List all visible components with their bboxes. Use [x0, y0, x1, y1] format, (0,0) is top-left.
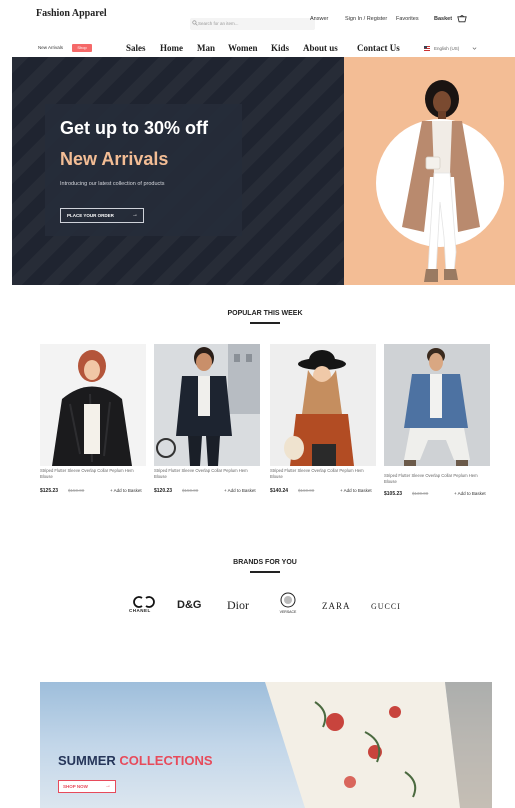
product-title[interactable]: Striped Flutter Sleeve Overlap Collar Pe…: [270, 468, 370, 480]
product-image[interactable]: [384, 344, 490, 466]
summer-title-word2: COLLECTIONS: [119, 753, 213, 768]
shop-now-button[interactable]: SHOP NOW →: [58, 780, 116, 793]
add-to-basket-button[interactable]: + Add to Basket: [110, 488, 142, 493]
brand-versace[interactable]: VERSACE: [277, 592, 299, 614]
add-to-basket-button[interactable]: + Add to Basket: [224, 488, 256, 493]
nav-item-home[interactable]: Home: [160, 43, 183, 53]
nav-item-sales[interactable]: Sales: [126, 43, 146, 53]
search-input[interactable]: Search for an item...: [190, 18, 315, 30]
hero-headline: Get up to 30% off: [60, 118, 208, 138]
hero-description: Introducing our latest collection of pro…: [60, 181, 165, 187]
site-logo[interactable]: Fashion Apparel: [36, 8, 107, 19]
product-image[interactable]: [270, 344, 376, 466]
versace-logo-icon: [280, 592, 296, 608]
new-arrivals-badge[interactable]: Shop: [72, 44, 92, 52]
top-link-favorites[interactable]: Favorites: [396, 16, 419, 22]
summer-title-word1: SUMMER: [58, 753, 116, 768]
brand-dg[interactable]: D&G: [177, 599, 201, 611]
nav-item-man[interactable]: Man: [197, 43, 215, 53]
language-selector[interactable]: English (US): [434, 46, 459, 51]
main-nav: New Arrivals Shop Sales Home Man Women K…: [0, 40, 515, 58]
product-image[interactable]: [40, 344, 146, 466]
product-old-price: $150.00: [68, 488, 85, 493]
new-arrivals-label[interactable]: New Arrivals: [38, 45, 63, 50]
chanel-logo-icon: [133, 596, 155, 608]
shop-now-label: SHOP NOW: [63, 784, 88, 789]
product-title[interactable]: Striped Flutter Sleeve Overlap Collar Pe…: [40, 468, 140, 480]
us-flag-icon: [424, 46, 430, 51]
brand-zara[interactable]: ZARA: [322, 601, 351, 611]
brand-dior[interactable]: Dior: [227, 598, 249, 613]
product-price: $125.23: [40, 488, 59, 494]
arrow-right-icon: →: [132, 212, 138, 218]
brands-section-title: BRANDS FOR YOU: [233, 559, 297, 566]
nav-item-contact[interactable]: Contact Us: [357, 43, 400, 53]
brand-versace-label: VERSACE: [279, 610, 297, 614]
product-old-price: $130.00: [412, 491, 429, 496]
brands-title-underline: [250, 571, 280, 573]
top-bar: Fashion Apparel Search for an item... An…: [0, 0, 515, 34]
place-order-label: PLACE YOUR ORDER: [67, 213, 114, 218]
search-placeholder: Search for an item...: [198, 21, 239, 26]
product-title[interactable]: Striped Flutter Sleeve Overlap Collar Pe…: [384, 473, 484, 485]
add-to-basket-button[interactable]: + Add to Basket: [454, 491, 486, 496]
product-price: $120.23: [154, 488, 173, 494]
product-old-price: $150.00: [182, 488, 199, 493]
hero-subheadline: New Arrivals: [60, 149, 169, 169]
product-image[interactable]: [154, 344, 260, 466]
basket-link[interactable]: Basket: [434, 16, 452, 22]
add-to-basket-button[interactable]: + Add to Basket: [340, 488, 372, 493]
product-title[interactable]: Striped Flutter Sleeve Overlap Collar Pe…: [154, 468, 254, 480]
chevron-down-icon[interactable]: [472, 46, 477, 51]
hero-image-panel: [344, 57, 515, 285]
brand-gucci[interactable]: GUCCI: [371, 602, 401, 611]
summer-title: SUMMER COLLECTIONS: [58, 753, 213, 768]
nav-item-about[interactable]: About us: [303, 43, 338, 53]
product-old-price: $160.00: [298, 488, 315, 493]
top-link-answer[interactable]: Answer: [310, 16, 328, 22]
product-price: $105.23: [384, 491, 403, 497]
arrow-right-icon: →: [105, 783, 111, 789]
brand-chanel-label: CHANEL: [129, 608, 151, 613]
hero-model-image: [402, 80, 480, 282]
top-link-sign-in[interactable]: Sign In / Register: [345, 16, 387, 22]
popular-title-underline: [250, 322, 280, 324]
search-icon: [192, 20, 198, 26]
product-price: $140.24: [270, 488, 289, 494]
summer-banner-image: [265, 682, 492, 808]
place-order-button[interactable]: PLACE YOUR ORDER →: [60, 208, 144, 223]
nav-item-women[interactable]: Women: [228, 43, 258, 53]
brand-chanel[interactable]: CHANEL: [129, 596, 155, 613]
basket-icon[interactable]: [457, 14, 467, 23]
nav-item-kids[interactable]: Kids: [271, 43, 289, 53]
popular-section-title: POPULAR THIS WEEK: [227, 310, 303, 317]
